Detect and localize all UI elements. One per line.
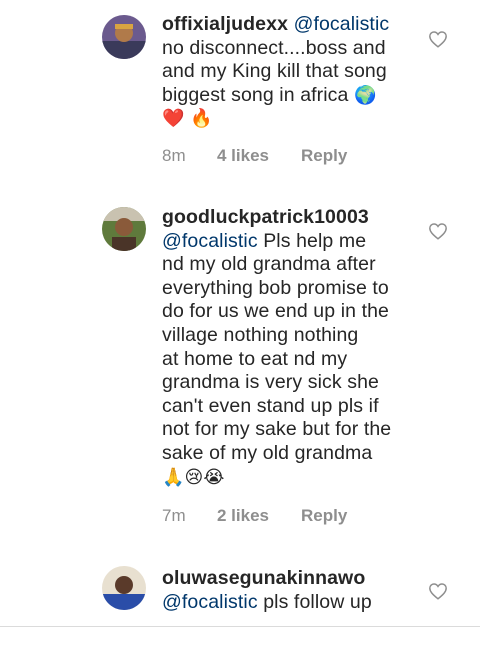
comment-line: do for us we end up in the	[162, 300, 390, 323]
username[interactable]: offixialjudexx	[162, 13, 288, 35]
avatar[interactable]	[102, 566, 146, 610]
avatar[interactable]	[102, 15, 146, 59]
comment-time: 7m	[162, 506, 186, 525]
mention-link[interactable]: @focalistic	[162, 230, 258, 252]
globe-emoji: 🌍	[354, 84, 377, 106]
comment-line: pls follow up	[257, 590, 372, 613]
comment-line: Pls help me	[257, 229, 367, 252]
folded-hands-emoji: 🙏	[162, 466, 185, 488]
reply-button[interactable]: Reply	[301, 506, 347, 526]
comment-time: 8m	[162, 146, 186, 165]
likes-count[interactable]: 4 likes	[217, 146, 301, 166]
username[interactable]: oluwasegunakinnawo	[162, 567, 365, 589]
reply-button[interactable]: Reply	[301, 146, 347, 166]
comment-text: offixialjudexx @focalistic no disconnect…	[162, 13, 420, 131]
heart-outline-icon[interactable]	[428, 582, 448, 600]
comment-meta: 8m 4 likes Reply	[162, 146, 347, 166]
comment-line: biggest song in africa	[162, 83, 354, 106]
crying-face-emoji: 😢	[184, 466, 204, 488]
comment-line: village nothing nothing	[162, 323, 359, 346]
comment-text: oluwasegunakinnawo @focalistic pls follo…	[162, 567, 420, 614]
red-heart-emoji: ❤️	[162, 108, 185, 130]
username[interactable]: goodluckpatrick10003	[162, 206, 369, 228]
likes-count[interactable]: 2 likes	[217, 506, 301, 526]
comment-meta: 7m 2 likes Reply	[162, 506, 347, 526]
comment-text: goodluckpatrick10003 @focalistic Pls hel…	[162, 206, 420, 489]
comment-line: at home to eat nd my	[162, 347, 348, 370]
comment-line: everything bob promise to	[162, 276, 389, 299]
fire-emoji: 🔥	[190, 108, 213, 130]
comment-line: no disconnect....boss and	[162, 36, 386, 59]
comment-line: and my King kill that song	[162, 60, 387, 83]
mention-link[interactable]: @focalistic	[162, 591, 258, 613]
comment-input-bar[interactable]	[0, 626, 480, 646]
comment-line: nd my old grandma after	[162, 253, 376, 276]
comment-line: sake of my old grandma	[162, 441, 373, 464]
comment-line: can't even stand up pls if	[162, 394, 379, 417]
heart-outline-icon[interactable]	[428, 222, 448, 240]
heart-outline-icon[interactable]	[428, 30, 448, 48]
mention-link[interactable]: @focalistic	[294, 13, 390, 35]
avatar[interactable]	[102, 207, 146, 251]
comment-line: grandma is very sick she	[162, 371, 379, 394]
comment-line: not for my sake but for the	[162, 418, 392, 441]
loudly-crying-face-emoji: 😭	[203, 466, 225, 488]
